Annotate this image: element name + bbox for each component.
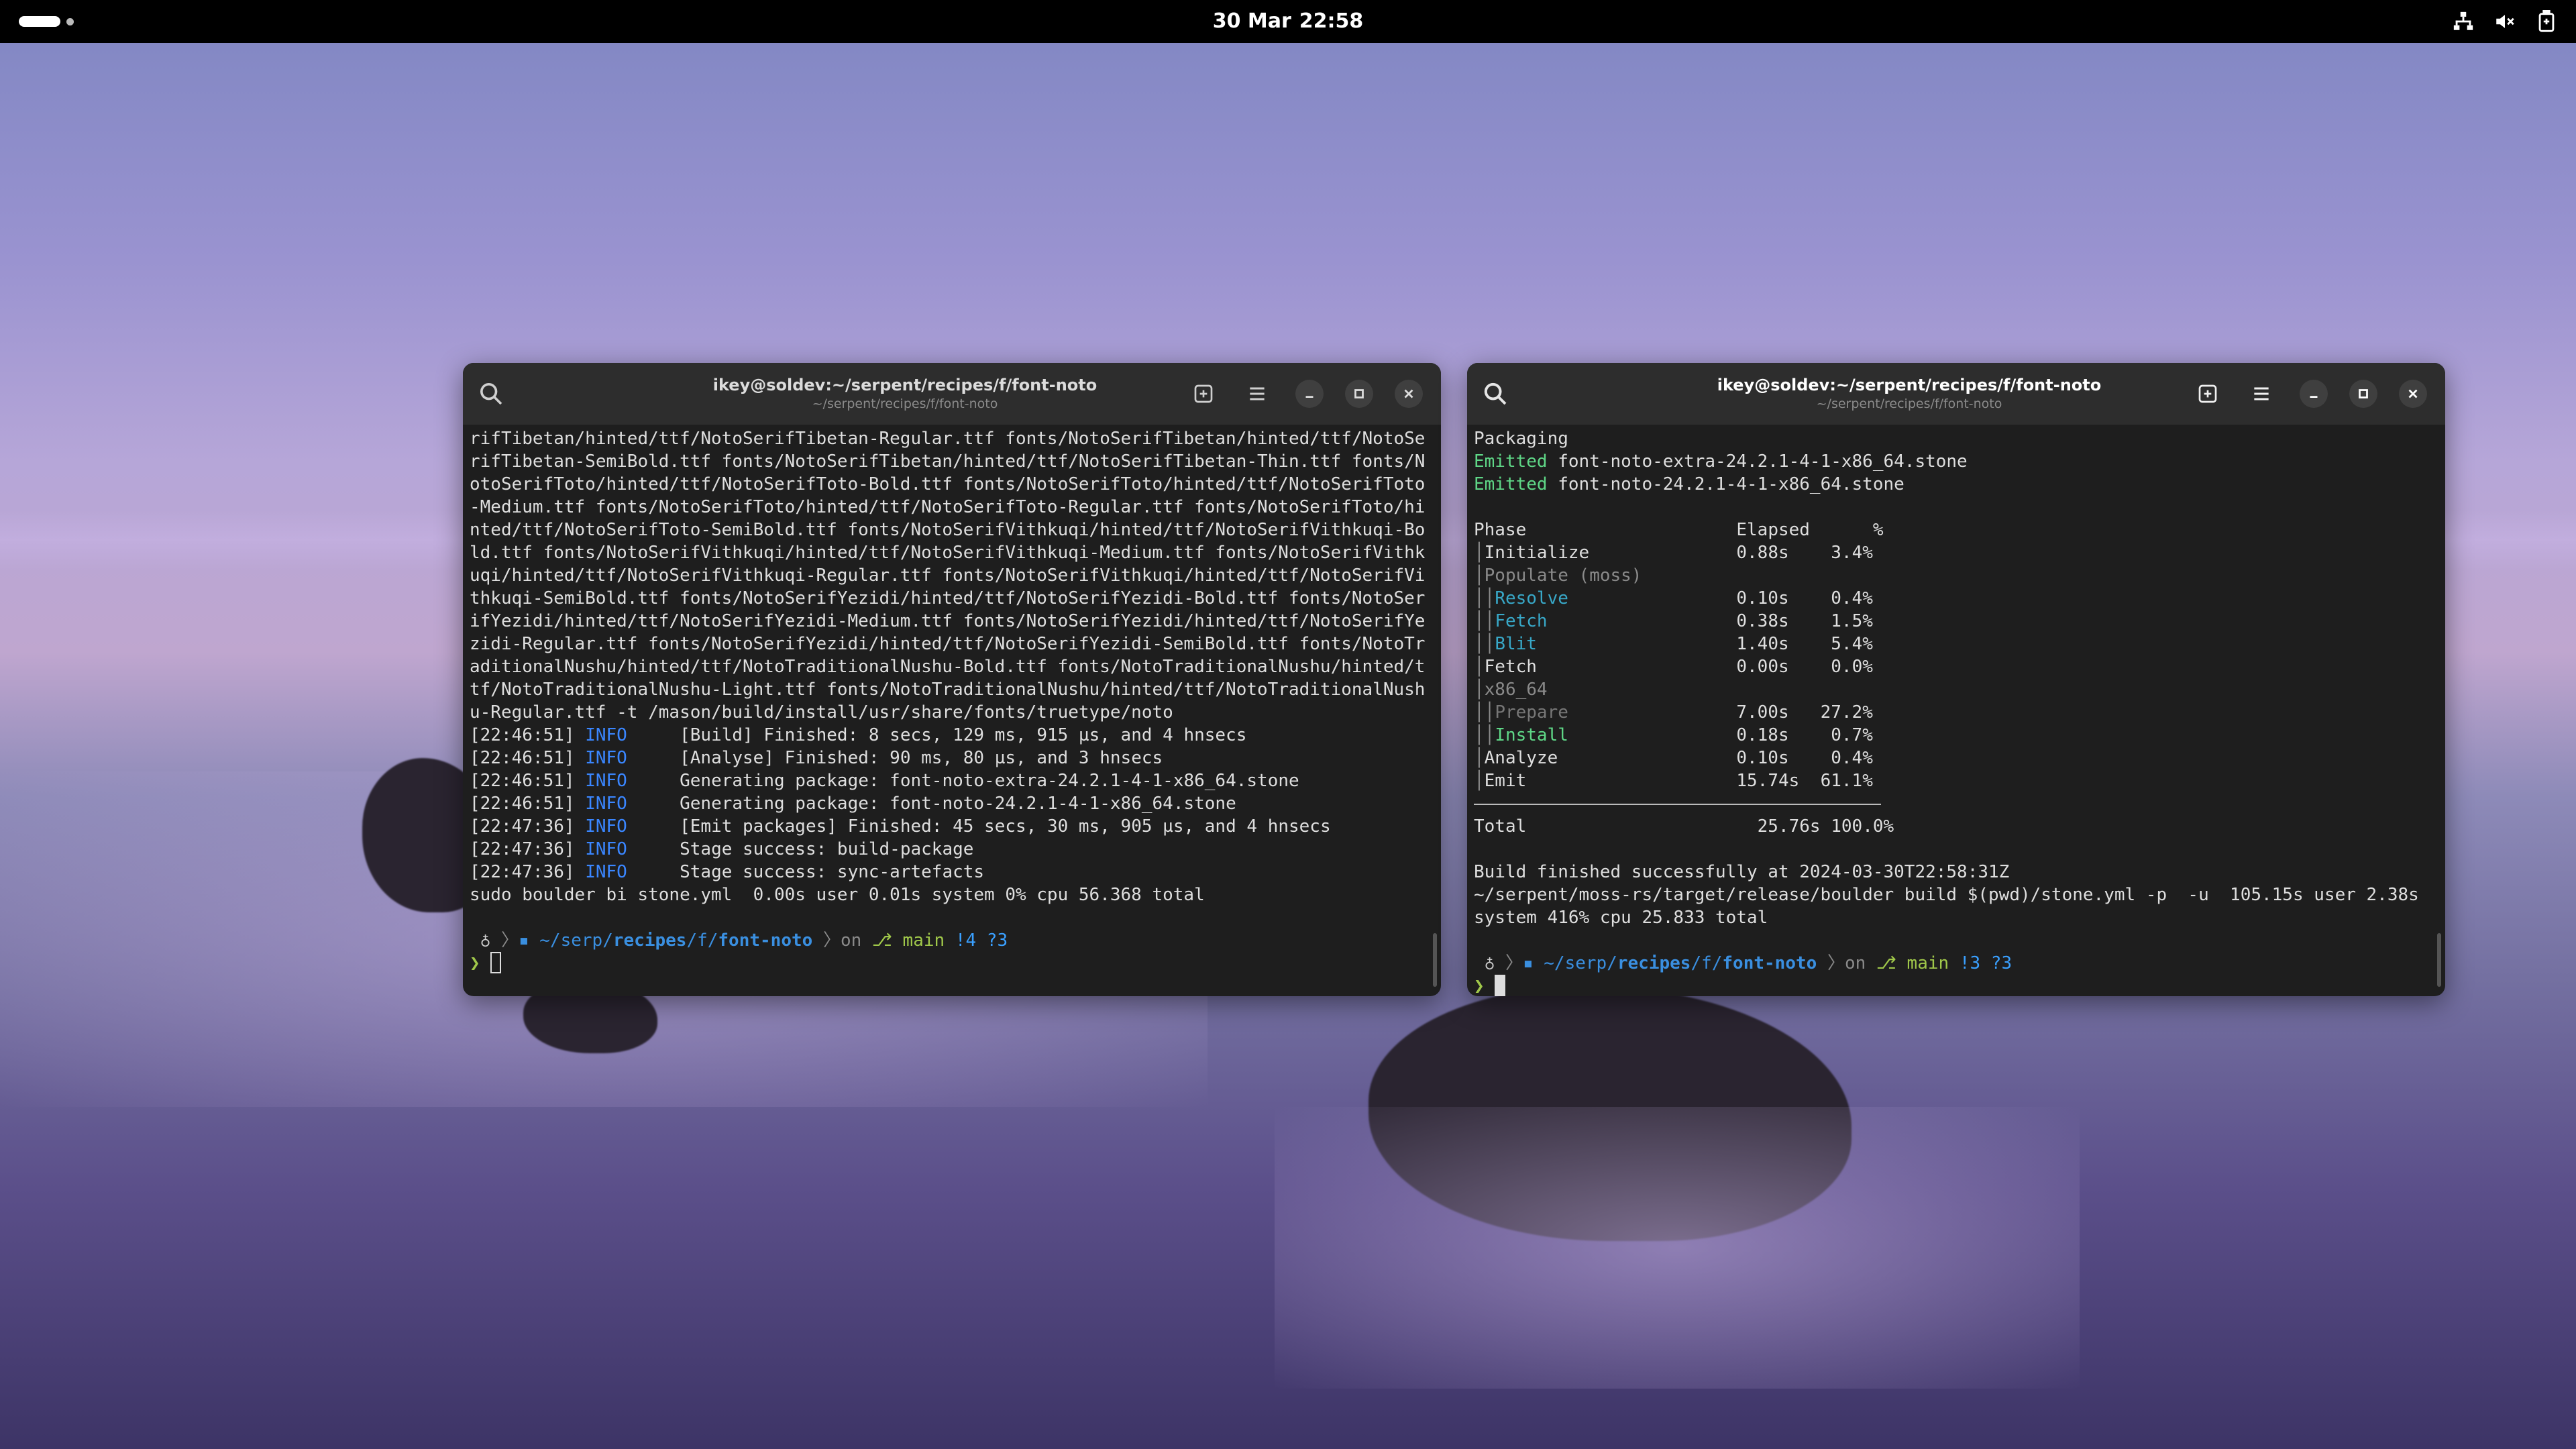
- terminal-window-right[interactable]: ikey@soldev:~/serpent/recipes/f/font-not…: [1467, 363, 2445, 996]
- command-summary: ~/serpent/moss-rs/target/release/boulder…: [1474, 885, 2430, 928]
- prompt-line: ♁ 〉▪ ~/serp/recipes/f/font-noto 〉on ⎇ ma…: [480, 930, 1008, 951]
- wallpaper-mist: [1275, 1107, 2080, 1389]
- phase-row: │Initialize 0.88s 3.4%: [1474, 543, 1873, 563]
- log-line: [22:46:51] INFO [Build] Finished: 8 secs…: [470, 725, 1247, 745]
- packaging-label: Packaging: [1474, 429, 1568, 449]
- phase-row: ││Prepare 7.00s 27.2%: [1474, 702, 1873, 722]
- search-icon[interactable]: [1482, 380, 1509, 407]
- log-line: [22:46:51] INFO Generating package: font…: [470, 794, 1236, 814]
- log-line: [22:47:36] INFO Stage success: sync-arte…: [470, 862, 985, 882]
- clock-date: 30 Mar: [1212, 9, 1291, 33]
- search-icon[interactable]: [478, 380, 504, 407]
- phase-row: │x86_64: [1474, 680, 1548, 700]
- os-icon: ♁: [480, 930, 491, 951]
- minimize-button[interactable]: [2300, 380, 2328, 408]
- terminal-wrapped-output: rifTibetan/hinted/ttf/NotoSerifTibetan-R…: [470, 429, 1426, 722]
- emitted-line: Emitted font-noto-24.2.1-4-1-x86_64.ston…: [1474, 474, 1904, 494]
- window-subtitle: ~/serpent/recipes/f/font-noto: [1816, 396, 2002, 411]
- menu-button[interactable]: [1242, 379, 1272, 409]
- log-line: [22:47:36] INFO [Emit packages] Finished…: [470, 816, 1331, 837]
- build-finished-line: Build finished successfully at 2024-03-3…: [1474, 862, 2010, 882]
- folder-icon: ▪: [518, 930, 540, 951]
- command-summary: sudo boulder bi stone.yml 0.00s user 0.0…: [470, 885, 1205, 905]
- os-icon: ♁: [1484, 953, 1495, 973]
- total-row: Total 25.76s 100.0%: [1474, 816, 1894, 837]
- input-line[interactable]: ❯: [470, 952, 1430, 975]
- phase-table-header: Phase Elapsed %: [1474, 520, 1884, 540]
- phase-table: │Initialize 0.88s 3.4% │Populate (moss) │…: [1474, 541, 2434, 792]
- text-cursor: [490, 952, 502, 973]
- log-line: [22:47:36] INFO Stage success: build-pac…: [470, 839, 974, 859]
- phase-row: ││Fetch 0.38s 1.5%: [1474, 611, 1873, 631]
- phase-row: ││Blit 1.40s 5.4%: [1474, 634, 1873, 654]
- prompt-line: ♁ 〉▪ ~/serp/recipes/f/font-noto 〉on ⎇ ma…: [1484, 953, 2012, 973]
- new-tab-button[interactable]: [1189, 379, 1218, 409]
- log-line: [22:46:51] INFO [Analyse] Finished: 90 m…: [470, 748, 1163, 768]
- menu-button[interactable]: [2247, 379, 2276, 409]
- log-line: [22:46:51] INFO Generating package: font…: [470, 771, 1299, 791]
- scrollbar[interactable]: [1433, 933, 1437, 987]
- terminal-output[interactable]: Packaging Emitted font-noto-extra-24.2.1…: [1474, 425, 2434, 996]
- prompt-chevron-icon: ❯: [470, 953, 480, 973]
- input-line[interactable]: ❯: [1474, 975, 2434, 996]
- system-tray[interactable]: [2450, 8, 2560, 35]
- phase-row: │Fetch 0.00s 0.0%: [1474, 657, 1873, 677]
- top-bar: 30 Mar 22:58: [0, 0, 2576, 43]
- terminal-headerbar[interactable]: ikey@soldev:~/serpent/recipes/f/font-not…: [1467, 363, 2445, 425]
- window-title: ikey@soldev:~/serpent/recipes/f/font-not…: [1717, 376, 2102, 394]
- phase-row: ││Resolve 0.10s 0.4%: [1474, 588, 1873, 608]
- scrollbar[interactable]: [2437, 933, 2441, 987]
- emitted-line: Emitted font-noto-extra-24.2.1-4-1-x86_6…: [1474, 451, 1968, 472]
- clock[interactable]: 30 Mar 22:58: [0, 0, 2576, 43]
- maximize-button[interactable]: [1345, 380, 1373, 408]
- clock-time: 22:58: [1299, 9, 1364, 33]
- maximize-button[interactable]: [2349, 380, 2377, 408]
- close-button[interactable]: [2399, 380, 2427, 408]
- window-subtitle: ~/serpent/recipes/f/font-noto: [812, 396, 998, 411]
- terminal-output[interactable]: rifTibetan/hinted/ttf/NotoSerifTibetan-R…: [470, 425, 1430, 996]
- volume-muted-icon[interactable]: [2491, 8, 2518, 35]
- phase-row: │Emit 15.74s 61.1%: [1474, 771, 1873, 791]
- terminal-window-left[interactable]: ikey@soldev:~/serpent/recipes/f/font-not…: [463, 363, 1441, 996]
- close-button[interactable]: [1395, 380, 1423, 408]
- terminal-headerbar[interactable]: ikey@soldev:~/serpent/recipes/f/font-not…: [463, 363, 1441, 425]
- battery-icon[interactable]: [2533, 8, 2560, 35]
- new-tab-button[interactable]: [2193, 379, 2222, 409]
- phase-row: ││Install 0.18s 0.7%: [1474, 725, 1873, 745]
- minimize-button[interactable]: [1295, 380, 1324, 408]
- phase-row: │Populate (moss): [1474, 566, 1642, 586]
- git-branch-icon: ⎇: [871, 930, 903, 951]
- git-branch-icon: ⎇: [1876, 953, 1907, 973]
- prompt-chevron-icon: ❯: [1474, 976, 1485, 996]
- folder-icon: ▪: [1522, 953, 1544, 973]
- window-title: ikey@soldev:~/serpent/recipes/f/font-not…: [712, 376, 1097, 394]
- phase-row: │Analyze 0.10s 0.4%: [1474, 748, 1873, 768]
- table-separator: [1474, 792, 2434, 815]
- text-cursor: [1495, 975, 1506, 996]
- network-icon[interactable]: [2450, 8, 2477, 35]
